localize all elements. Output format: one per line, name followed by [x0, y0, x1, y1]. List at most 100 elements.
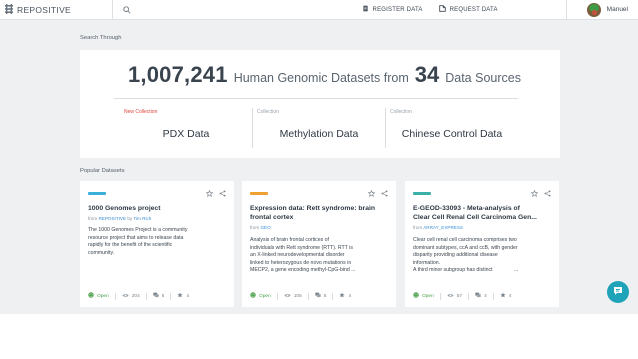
- comments-value: 6: [161, 293, 165, 299]
- comments-icon: [315, 292, 321, 300]
- collection-title: Chinese Control Data: [401, 128, 503, 140]
- stats-divider: [114, 98, 518, 99]
- collection-chinese-control-data[interactable]: Collection Chinese Control Data: [386, 108, 518, 148]
- views-count: 105: [284, 292, 309, 300]
- collection-tag: New Collection: [124, 109, 158, 115]
- description-line: individuals with Rett syndrome (RTT). RT…: [250, 244, 353, 251]
- dataset-title-line: Expression data: Rett syndrome: brain: [250, 205, 376, 212]
- dataset-title[interactable]: 1000 Genomes project: [88, 204, 224, 213]
- app-window: REPOSITIVE REGISTER DATA REQUEST DATA Ma…: [0, 0, 638, 314]
- request-data-icon: [438, 5, 446, 14]
- stars-count: 4: [177, 292, 195, 300]
- eye-icon: [447, 293, 454, 300]
- request-data-button[interactable]: REQUEST DATA: [431, 0, 506, 20]
- collection-title: PDX Data: [162, 128, 210, 140]
- dataset-stats: Open 57 4 4: [413, 291, 551, 301]
- views-value: 204: [131, 293, 140, 299]
- share-icon[interactable]: [381, 189, 388, 197]
- description-line: community.: [88, 249, 115, 256]
- help-chat-button[interactable]: [607, 281, 629, 303]
- star-icon: [500, 292, 506, 300]
- views-count: 57: [447, 292, 470, 300]
- views-value: 57: [456, 293, 463, 299]
- meta-prefix: from: [250, 225, 260, 230]
- description-line: an X-linked neurodevelopmental disorder: [250, 252, 345, 258]
- dataset-description: Clear cell renal cell carcinoma comprise…: [413, 237, 551, 275]
- dataset-title[interactable]: E-GEOD-33093 - Meta-analysis of Clear Ce…: [413, 204, 549, 222]
- globe-icon: [413, 292, 419, 300]
- collection-pdx-data[interactable]: New Collection PDX Data: [120, 108, 253, 148]
- description-line: resource project that aims to release da…: [88, 234, 184, 241]
- search-input[interactable]: [135, 5, 335, 14]
- dataset-title[interactable]: Expression data: Rett syndrome: brain fr…: [250, 204, 386, 222]
- description-line-text: A third minor subgroup has distinct: [413, 267, 493, 273]
- source-link[interactable]: GEO: [260, 225, 270, 230]
- description-line: disparity providing additional disease: [413, 252, 498, 258]
- register-data-button[interactable]: REGISTER DATA: [354, 0, 431, 20]
- category-color-bar: [250, 191, 268, 195]
- star-icon: [339, 292, 346, 300]
- stars-value: 4: [348, 293, 352, 299]
- collections-row: New Collection PDX Data Collection Methy…: [120, 108, 518, 148]
- comments-value: 4: [484, 293, 487, 299]
- register-data-label: REGISTER DATA: [372, 6, 423, 13]
- author-link[interactable]: Tim Rich: [133, 216, 151, 221]
- top-navigation-bar: REPOSITIVE REGISTER DATA REQUEST DATA Ma…: [0, 0, 638, 20]
- star-icon[interactable]: [531, 189, 538, 197]
- category-color-bar: [88, 191, 106, 195]
- dataset-card-e-geod-33093[interactable]: E-GEOD-33093 - Meta-analysis of Clear Ce…: [405, 181, 559, 307]
- dataset-description: The 1000 Genomes Project is a community …: [88, 227, 226, 257]
- source-link[interactable]: ARRAY_EXPRESS: [423, 225, 463, 230]
- collection-methylation-data[interactable]: Collection Methylation Data: [253, 108, 386, 148]
- eye-icon: [122, 293, 129, 300]
- access-status: Open: [413, 292, 441, 300]
- dataset-count: 1,007,241: [128, 62, 228, 87]
- status-text: Open: [422, 293, 434, 299]
- description-line: dominant subtypes, ccA and ccB, with gen…: [413, 244, 518, 251]
- avatar: [586, 2, 601, 17]
- description-line: MECP2, a gene encoding methyl-CpG-bind .…: [250, 267, 388, 275]
- stars-value: 4: [508, 293, 512, 299]
- collection-tag: Collection: [390, 109, 412, 115]
- dataset-title-line: Clear Cell Renal Cell Carcinoma Gen...: [413, 214, 537, 221]
- search-icon: [123, 1, 131, 19]
- status-text: Open: [259, 293, 271, 299]
- stars-count: 4: [500, 292, 518, 300]
- status-text: Open: [97, 293, 109, 299]
- star-icon: [177, 292, 184, 300]
- access-status: Open: [250, 292, 278, 300]
- source-link[interactable]: REPOSITIVE: [98, 216, 126, 221]
- stats-headline: 1,007,241 Human Genomic Datasets from 34…: [128, 62, 521, 88]
- description-line: Analysis of brain frontal cortices of: [250, 237, 330, 243]
- request-data-label: REQUEST DATA: [449, 6, 498, 13]
- comments-count: 4: [475, 292, 494, 300]
- dataset-card-rett-syndrome[interactable]: Expression data: Rett syndrome: brain fr…: [242, 181, 396, 307]
- globe-icon: [88, 292, 94, 300]
- views-value: 105: [293, 293, 302, 299]
- share-icon[interactable]: [219, 189, 226, 197]
- dataset-count-text: Human Genomic Datasets from: [233, 71, 409, 85]
- collection-tag: Collection: [257, 109, 279, 115]
- dataset-card-1000-genomes[interactable]: 1000 Genomes project from REPOSITIVE by …: [80, 181, 234, 307]
- brand-logo-link[interactable]: REPOSITIVE: [0, 0, 113, 20]
- meta-prefix: from: [413, 225, 423, 230]
- dataset-source: from ARRAY_EXPRESS: [413, 225, 553, 230]
- comments-icon: [153, 292, 159, 300]
- meta-prefix: from: [88, 216, 98, 221]
- description-line: linked to heterozygous de novo mutations…: [250, 259, 352, 266]
- star-icon[interactable]: [206, 189, 213, 197]
- dataset-title-line: 1000 Genomes project: [88, 205, 161, 212]
- description-more: ...: [514, 267, 519, 273]
- star-icon[interactable]: [368, 189, 375, 197]
- share-icon[interactable]: [544, 189, 551, 197]
- repositive-logo-icon: [4, 1, 14, 19]
- eye-icon: [284, 293, 291, 300]
- category-color-bar: [413, 191, 431, 195]
- sources-text: Data Sources: [445, 71, 521, 85]
- comments-icon: [475, 292, 481, 300]
- user-menu[interactable]: Manuel: [565, 0, 638, 20]
- globe-icon: [250, 292, 256, 300]
- collection-title: Methylation Data: [279, 128, 359, 140]
- help-chat-icon: [613, 283, 623, 301]
- dataset-stats: Open 105 5 4: [250, 291, 388, 301]
